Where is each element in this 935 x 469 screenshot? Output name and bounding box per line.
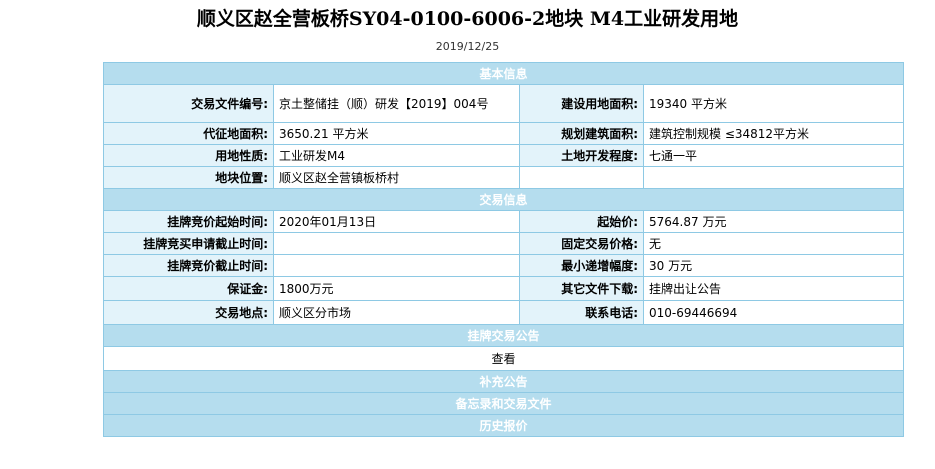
phone-value: 010-69446694 bbox=[642, 300, 905, 325]
min-increment-value: 30 万元 bbox=[642, 254, 905, 277]
bid-deadline-label: 挂牌竞价截止时间: bbox=[103, 254, 274, 277]
min-increment-label: 最小递增幅度: bbox=[519, 254, 644, 277]
start-time-value: 2020年01月13日 bbox=[273, 210, 520, 233]
doc-no-label: 交易文件编号: bbox=[103, 84, 274, 123]
apply-deadline-value bbox=[273, 232, 520, 255]
other-docs-link[interactable]: 挂牌出让公告 bbox=[642, 276, 905, 301]
section-header-supplement[interactable]: 补充公告 bbox=[102, 370, 905, 393]
start-price-label: 起始价: bbox=[519, 210, 644, 233]
section-header-history[interactable]: 历史报价 bbox=[102, 414, 905, 437]
dev-level-label: 土地开发程度: bbox=[519, 144, 644, 167]
levy-area-value: 3650.21 平方米 bbox=[273, 122, 520, 145]
doc-no-value: 京土整储挂（顺）研发【2019】004号 bbox=[273, 84, 520, 123]
location-label: 地块位置: bbox=[103, 166, 274, 189]
usage-label: 用地性质: bbox=[103, 144, 274, 167]
page-title: 顺义区赵全营板桥SY04-0100-6006-2地块 M4工业研发用地 bbox=[196, 8, 739, 30]
empty-cell bbox=[519, 166, 644, 189]
empty-cell bbox=[642, 166, 905, 189]
deposit-value: 1800万元 bbox=[273, 276, 520, 301]
fixed-price-label: 固定交易价格: bbox=[519, 232, 644, 255]
levy-area-label: 代征地面积: bbox=[103, 122, 274, 145]
build-area-label: 规划建筑面积: bbox=[519, 122, 644, 145]
land-area-value: 19340 平方米 bbox=[642, 84, 905, 123]
start-price-value: 5764.87 万元 bbox=[642, 210, 905, 233]
build-area-value: 建筑控制规模 ≤34812平方米 bbox=[642, 122, 905, 145]
trade-place-label: 交易地点: bbox=[103, 300, 274, 325]
trade-place-value: 顺义区分市场 bbox=[273, 300, 520, 325]
land-info-table: 基本信息 交易文件编号: 京土整储挂（顺）研发【2019】004号 建设用地面积… bbox=[102, 62, 905, 437]
publish-date: 2019/12/25 bbox=[435, 40, 500, 53]
dev-level-value: 七通一平 bbox=[642, 144, 905, 167]
land-area-label: 建设用地面积: bbox=[519, 84, 644, 123]
section-header-memo[interactable]: 备忘录和交易文件 bbox=[102, 392, 905, 415]
phone-label: 联系电话: bbox=[519, 300, 644, 325]
usage-value: 工业研发M4 bbox=[273, 144, 520, 167]
fixed-price-value: 无 bbox=[642, 232, 905, 255]
section-header-trade: 交易信息 bbox=[102, 188, 905, 211]
location-value: 顺义区赵全营镇板桥村 bbox=[273, 166, 520, 189]
apply-deadline-label: 挂牌竞买申请截止时间: bbox=[103, 232, 274, 255]
view-announcement-link[interactable]: 查看 bbox=[102, 346, 905, 371]
start-time-label: 挂牌竞价起始时间: bbox=[103, 210, 274, 233]
bid-deadline-value bbox=[273, 254, 520, 277]
section-header-basic: 基本信息 bbox=[102, 62, 905, 85]
other-docs-label: 其它文件下载: bbox=[519, 276, 644, 301]
section-header-announcement[interactable]: 挂牌交易公告 bbox=[102, 324, 905, 347]
deposit-label: 保证金: bbox=[103, 276, 274, 301]
